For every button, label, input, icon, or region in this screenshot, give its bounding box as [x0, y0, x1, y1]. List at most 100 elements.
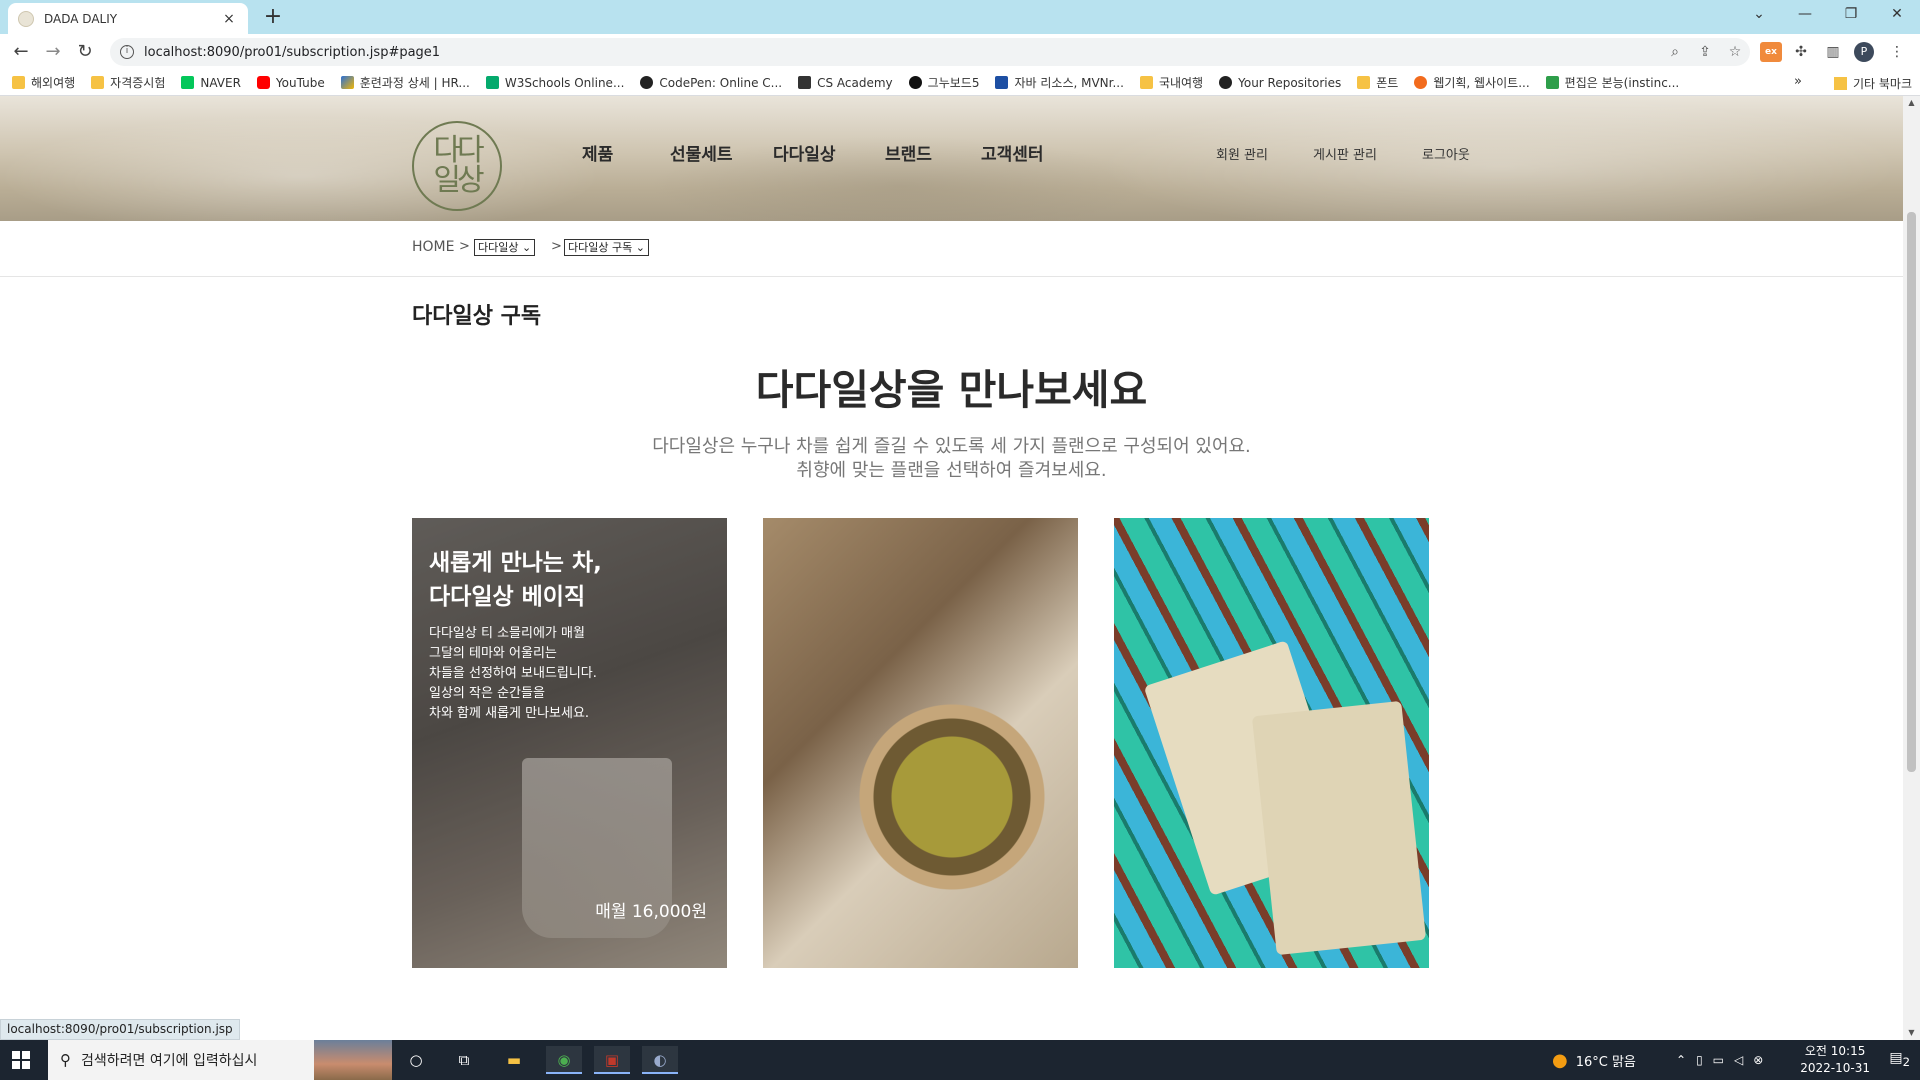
clock-time: 오전 10:15 — [1804, 1044, 1866, 1058]
member-admin-link[interactable]: 회원 관리 — [1216, 144, 1268, 163]
close-window-button[interactable]: ✕ — [1874, 0, 1920, 30]
bookmark-item[interactable]: YouTube — [256, 76, 325, 90]
plan-card-description: 다다일상 티 소믈리에가 매월 그달의 테마와 어울리는 차들을 선정하여 보내… — [429, 626, 597, 721]
cortana-icon[interactable]: ○ — [398, 1046, 434, 1074]
reload-icon[interactable]: ↻ — [72, 39, 98, 65]
system-tray[interactable]: ⌃ ▯ ▭ ◁ ⊗ — [1676, 1040, 1763, 1080]
chevron-down-icon: ⌄ — [521, 241, 532, 254]
bookmark-item[interactable]: CodePen: Online C... — [640, 76, 782, 90]
restore-button[interactable]: ❐ — [1828, 0, 1874, 30]
bookmark-item[interactable]: CS Academy — [798, 76, 893, 90]
minimize-button[interactable]: — — [1782, 0, 1828, 30]
url-text[interactable]: localhost:8090/pro01/subscription.jsp#pa… — [144, 45, 1660, 60]
network-icon[interactable]: ▭ — [1713, 1053, 1724, 1067]
new-tab-button[interactable]: + — [260, 5, 286, 31]
breadcrumb-home[interactable]: HOME — [412, 239, 454, 255]
task-view-icon[interactable]: ⧉ — [446, 1046, 482, 1074]
extension-icon[interactable]: ex — [1760, 42, 1782, 62]
page-scrollbar[interactable]: ▲ ▼ — [1903, 96, 1920, 1040]
search-highlight-image — [314, 1040, 392, 1080]
nav-item-products[interactable]: 제품 — [582, 140, 613, 165]
notification-center-icon[interactable]: ▤2 — [1889, 1050, 1910, 1069]
zoom-icon[interactable]: ⌕ — [1660, 44, 1690, 60]
app-taskbar-icon[interactable]: ▣ — [594, 1046, 630, 1074]
taskbar-clock[interactable]: 오전 10:15 2022-10-31 — [1800, 1043, 1870, 1077]
taskbar-search-box[interactable]: ⚲ 검색하려면 여기에 입력하십시 — [48, 1040, 392, 1080]
site-info-icon[interactable]: i — [120, 45, 134, 59]
clock-date: 2022-10-31 — [1800, 1061, 1870, 1075]
file-explorer-icon[interactable]: ▬ — [496, 1046, 532, 1074]
board-admin-link[interactable]: 게시판 관리 — [1313, 144, 1377, 163]
forward-arrow-icon[interactable]: → — [40, 39, 66, 65]
intro-line-2: 취향에 맞는 플랜을 선택하여 즐겨보세요. — [796, 460, 1107, 481]
bookmark-item[interactable]: 웹기획, 웹사이트... — [1414, 74, 1530, 91]
weather-widget[interactable]: ● 16°C 맑음 — [1552, 1040, 1636, 1080]
breadcrumb-separator: > — [459, 239, 470, 254]
sun-icon: ● — [1552, 1049, 1568, 1071]
bookmark-item[interactable]: 자격증시험 — [91, 74, 165, 91]
plan-card-price: 매월 16,000원 — [595, 902, 707, 922]
plan-card-green-tea[interactable] — [763, 518, 1078, 968]
site-logo[interactable]: 다다 일상 — [412, 121, 502, 211]
scroll-up-icon[interactable]: ▲ — [1903, 96, 1920, 110]
youtube-icon — [256, 76, 270, 89]
scroll-down-icon[interactable]: ▼ — [1903, 1026, 1920, 1040]
plan-card-tea-bags[interactable] — [1114, 518, 1429, 968]
bookmarks-overflow-icon[interactable]: » — [1794, 74, 1802, 89]
status-bar-url: localhost:8090/pro01/subscription.jsp — [0, 1019, 240, 1040]
folder-icon — [1139, 76, 1153, 89]
bookmark-item[interactable]: 그누보드5 — [908, 74, 979, 91]
bookmark-item[interactable]: Your Repositories — [1219, 76, 1341, 90]
breadcrumb-category-select[interactable]: 다다일상 ⌄ — [474, 239, 536, 256]
extensions-puzzle-icon[interactable]: ✣ — [1790, 42, 1812, 62]
nav-item-brand[interactable]: 브랜드 — [885, 140, 932, 165]
device-icon[interactable]: ▯ — [1696, 1053, 1703, 1067]
eclipse-taskbar-icon[interactable]: ◐ — [642, 1046, 678, 1074]
nav-item-customer-center[interactable]: 고객센터 — [981, 140, 1044, 165]
green-check-icon — [1545, 76, 1559, 89]
browser-tab[interactable]: DADA DALIY × — [8, 3, 248, 34]
bookmark-item[interactable]: 국내여행 — [1139, 74, 1203, 91]
chrome-menu-icon[interactable]: ⋮ — [1886, 42, 1908, 62]
folder-icon — [1833, 76, 1847, 90]
breadcrumb-page-select[interactable]: 다다일상 구독 ⌄ — [564, 239, 649, 256]
github-icon — [1219, 76, 1233, 89]
bookmark-item[interactable]: 훈련과정 상세 | HR... — [340, 74, 470, 91]
share-icon[interactable]: ⇪ — [1690, 44, 1720, 60]
logout-link[interactable]: 로그아웃 — [1422, 144, 1470, 163]
windows-taskbar: ⚲ 검색하려면 여기에 입력하십시 ○ ⧉ ▬ ◉ ▣ ◐ ● 16°C 맑음 … — [0, 1040, 1920, 1080]
bookmark-star-icon[interactable]: ☆ — [1720, 44, 1750, 60]
volume-icon[interactable]: ◁ — [1734, 1053, 1743, 1067]
main-heading: 다다일상을 만나보세요 — [755, 366, 1148, 414]
side-panel-icon[interactable]: ▥ — [1822, 42, 1844, 62]
bookmark-item[interactable]: 자바 리소스, MVNr... — [995, 74, 1124, 91]
tab-search-icon[interactable]: ⌄ — [1736, 0, 1782, 30]
plan-card-basic[interactable]: 새롭게 만나는 차, 다다일상 베이직 다다일상 티 소믈리에가 매월 그달의 … — [412, 518, 727, 968]
tray-chevron-icon[interactable]: ⌃ — [1676, 1053, 1686, 1067]
gnuboard-icon — [908, 76, 922, 89]
naver-icon — [181, 76, 195, 89]
windows-start-icon[interactable] — [12, 1051, 30, 1069]
folder-icon — [12, 76, 25, 89]
bookmark-item[interactable]: W3Schools Online... — [485, 76, 624, 90]
bookmark-item[interactable]: 폰트 — [1357, 74, 1398, 91]
tab-close-icon[interactable]: × — [220, 11, 238, 27]
codepen-icon — [640, 76, 654, 89]
bookmark-item[interactable]: 해외여행 — [12, 74, 75, 91]
address-bar[interactable]: i localhost:8090/pro01/subscription.jsp#… — [110, 38, 1750, 66]
chevron-down-icon: ⌄ — [635, 241, 645, 254]
nav-item-dada-daily[interactable]: 다다일상 — [773, 140, 836, 165]
scrollbar-thumb[interactable] — [1907, 212, 1916, 772]
chrome-taskbar-icon[interactable]: ◉ — [546, 1046, 582, 1074]
tab-title: DADA DALIY — [44, 11, 118, 26]
search-icon: ⚲ — [60, 1051, 71, 1069]
profile-avatar-icon[interactable]: P — [1854, 42, 1874, 62]
back-arrow-icon[interactable]: ← — [8, 39, 34, 65]
nav-item-gift-sets[interactable]: 선물세트 — [670, 140, 733, 165]
bookmark-item[interactable]: 편집은 본능(instinc... — [1545, 74, 1679, 91]
ime-icon[interactable]: ⊗ — [1753, 1053, 1763, 1067]
bookmark-item[interactable]: NAVER — [181, 76, 241, 90]
site-favicon-icon — [18, 10, 34, 27]
site-header: 다다 일상 제품 선물세트 다다일상 브랜드 고객센터 회원 관리 게시판 관리… — [0, 96, 1903, 221]
other-bookmarks[interactable]: 기타 북마크 — [1833, 70, 1912, 96]
